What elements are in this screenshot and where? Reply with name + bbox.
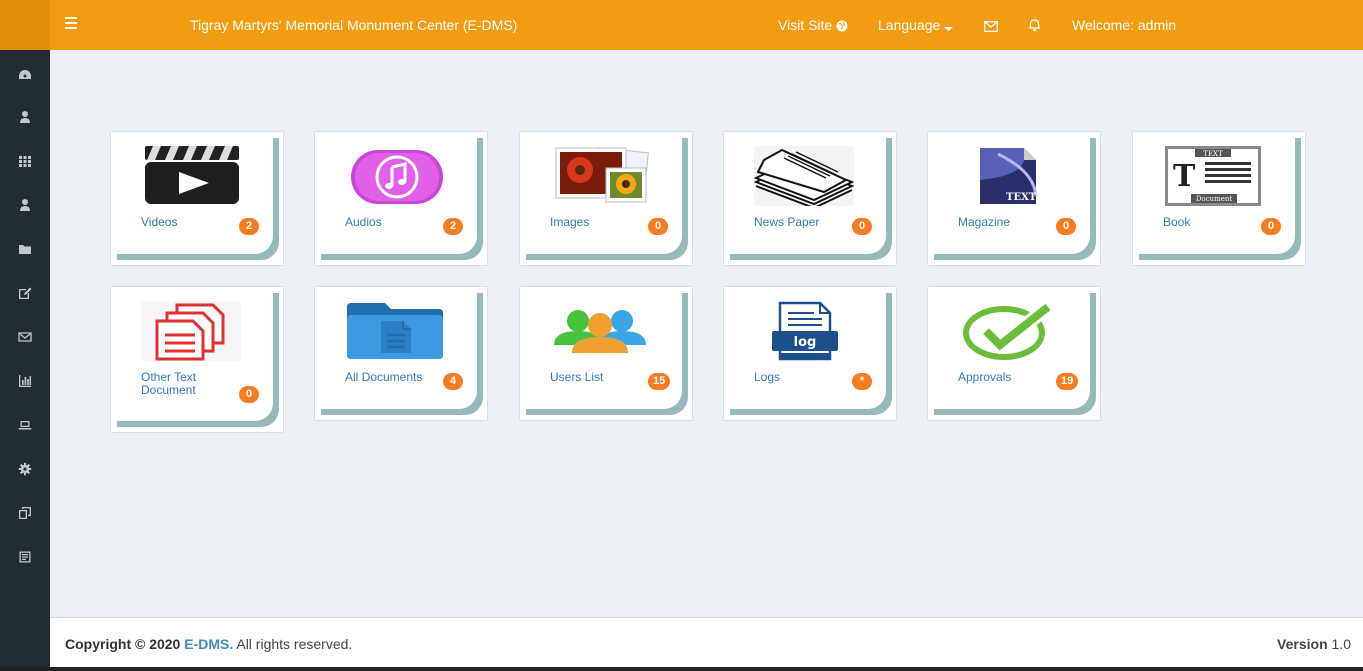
brand-link[interactable]: E-DMS.: [184, 636, 233, 652]
count-badge: 2: [443, 218, 463, 235]
tile-label: Images: [550, 215, 590, 229]
tile-label: Users List: [550, 370, 604, 384]
tile-label: Approvals: [958, 370, 1012, 384]
window-bottom-edge: [0, 667, 1363, 671]
count-badge: 0: [648, 218, 668, 235]
tile-label: News Paper: [754, 215, 820, 229]
archive-icon[interactable]: [15, 547, 35, 567]
copy-icon[interactable]: [15, 503, 35, 523]
book-text-document-icon: TEXT T Document: [1165, 146, 1261, 206]
count-badge: 0: [1261, 218, 1281, 235]
magazine-text-icon: TEXT: [980, 148, 1038, 204]
tile-label: Other Text Document: [141, 370, 197, 397]
tile-label: Videos: [141, 215, 178, 229]
mail-icon[interactable]: [15, 327, 35, 347]
log-text-label: log: [794, 335, 817, 350]
count-badge: *: [852, 373, 872, 390]
tile-other-text-document[interactable]: Other Text Document 0: [110, 286, 284, 433]
tile-videos[interactable]: Videos 2: [110, 131, 284, 266]
tile-label: Audios: [345, 215, 382, 229]
photo-stack-icon: [555, 147, 649, 203]
tile-card: Approvals: [928, 287, 1090, 409]
tile-card: log Logs: [724, 287, 886, 409]
count-badge: 0: [239, 386, 259, 403]
bar-chart-icon[interactable]: [15, 371, 35, 391]
tile-card: Images: [520, 132, 682, 254]
count-badge: 19: [1056, 373, 1079, 390]
music-note-icon: [351, 150, 443, 204]
language-label: Language: [878, 17, 941, 33]
language-dropdown[interactable]: Language: [878, 17, 954, 33]
edit-icon[interactable]: [15, 283, 35, 303]
tile-approvals[interactable]: Approvals 19: [927, 286, 1101, 421]
folder-documents-icon: [347, 303, 443, 359]
version-number: 1.0: [1331, 636, 1351, 652]
count-badge: 0: [1056, 218, 1076, 235]
tile-label: Magazine: [958, 215, 1011, 229]
tile-card: TEXT T Document Book: [1133, 132, 1295, 254]
version-label: Version: [1277, 636, 1328, 652]
tile-users-list[interactable]: Users List 15: [519, 286, 693, 421]
apps-grid-icon[interactable]: [15, 151, 35, 171]
tile-magazine[interactable]: TEXT Magazine 0: [927, 131, 1101, 266]
rights-text: All rights reserved.: [236, 636, 353, 652]
tile-images[interactable]: Images 0: [519, 131, 693, 266]
book-t-letter: T: [1173, 159, 1196, 194]
tile-label: All Documents: [345, 370, 423, 384]
user-icon[interactable]: [15, 107, 35, 127]
text-documents-icon: [141, 301, 241, 361]
sidebar: [0, 50, 50, 671]
count-badge: 4: [443, 373, 463, 390]
tile-label: Logs: [754, 370, 781, 384]
caret-down-icon: [944, 27, 954, 31]
tile-audios[interactable]: Audios 2: [314, 131, 488, 266]
book-document-label: Document: [1196, 195, 1233, 203]
footer: Copyright © 2020 E-DMS. All rights reser…: [50, 617, 1363, 671]
log-file-icon: log: [772, 301, 838, 361]
tile-card: Audios: [315, 132, 477, 254]
tile-logs[interactable]: log Logs *: [723, 286, 897, 421]
tile-book[interactable]: TEXT T Document Book 0: [1132, 131, 1306, 266]
logo-area[interactable]: [0, 0, 50, 50]
dashboard-icon[interactable]: [15, 65, 35, 85]
tile-card: All Documents: [315, 287, 477, 409]
users-group-icon: [554, 310, 646, 353]
user-icon[interactable]: [15, 195, 35, 215]
messages-button[interactable]: [984, 17, 998, 33]
app-title: Tigray Martyrs' Memorial Monument Center…: [190, 17, 518, 33]
tile-card: Videos: [111, 132, 273, 254]
check-mark-icon: [963, 301, 1053, 360]
notifications-button[interactable]: [1028, 17, 1041, 33]
sidebar-toggle-icon[interactable]: [60, 14, 82, 36]
copyright-year: Copyright © 2020: [65, 636, 181, 652]
copyright-text: Copyright © 2020 E-DMS. All rights reser…: [65, 636, 352, 652]
visit-site-label: Visit Site: [778, 17, 833, 33]
folder-icon[interactable]: [15, 239, 35, 259]
top-navbar: Tigray Martyrs' Memorial Monument Center…: [0, 0, 1363, 50]
settings-gear-icon[interactable]: [15, 459, 35, 479]
tile-card: TEXT Magazine: [928, 132, 1090, 254]
magazine-text-label: TEXT: [1006, 192, 1037, 203]
book-text-label: TEXT: [1203, 150, 1223, 158]
count-badge: 15: [648, 373, 671, 390]
video-clapper-icon: [145, 146, 239, 204]
laptop-icon[interactable]: [15, 415, 35, 435]
tile-card: Users List: [520, 287, 682, 409]
globe-icon: [836, 20, 848, 32]
bell-icon: [1028, 19, 1041, 32]
newspaper-icon: [754, 146, 854, 206]
tile-card: News Paper: [724, 132, 886, 254]
tile-label: Book: [1163, 215, 1191, 229]
envelope-icon: [984, 21, 998, 32]
count-badge: 2: [239, 218, 259, 235]
user-menu[interactable]: Welcome: admin: [1072, 17, 1176, 33]
tile-all-documents[interactable]: All Documents 4: [314, 286, 488, 421]
tile-news-paper[interactable]: News Paper 0: [723, 131, 897, 266]
count-badge: 0: [852, 218, 872, 235]
visit-site-link[interactable]: Visit Site: [778, 17, 848, 33]
version-info: Version 1.0: [1277, 636, 1351, 652]
